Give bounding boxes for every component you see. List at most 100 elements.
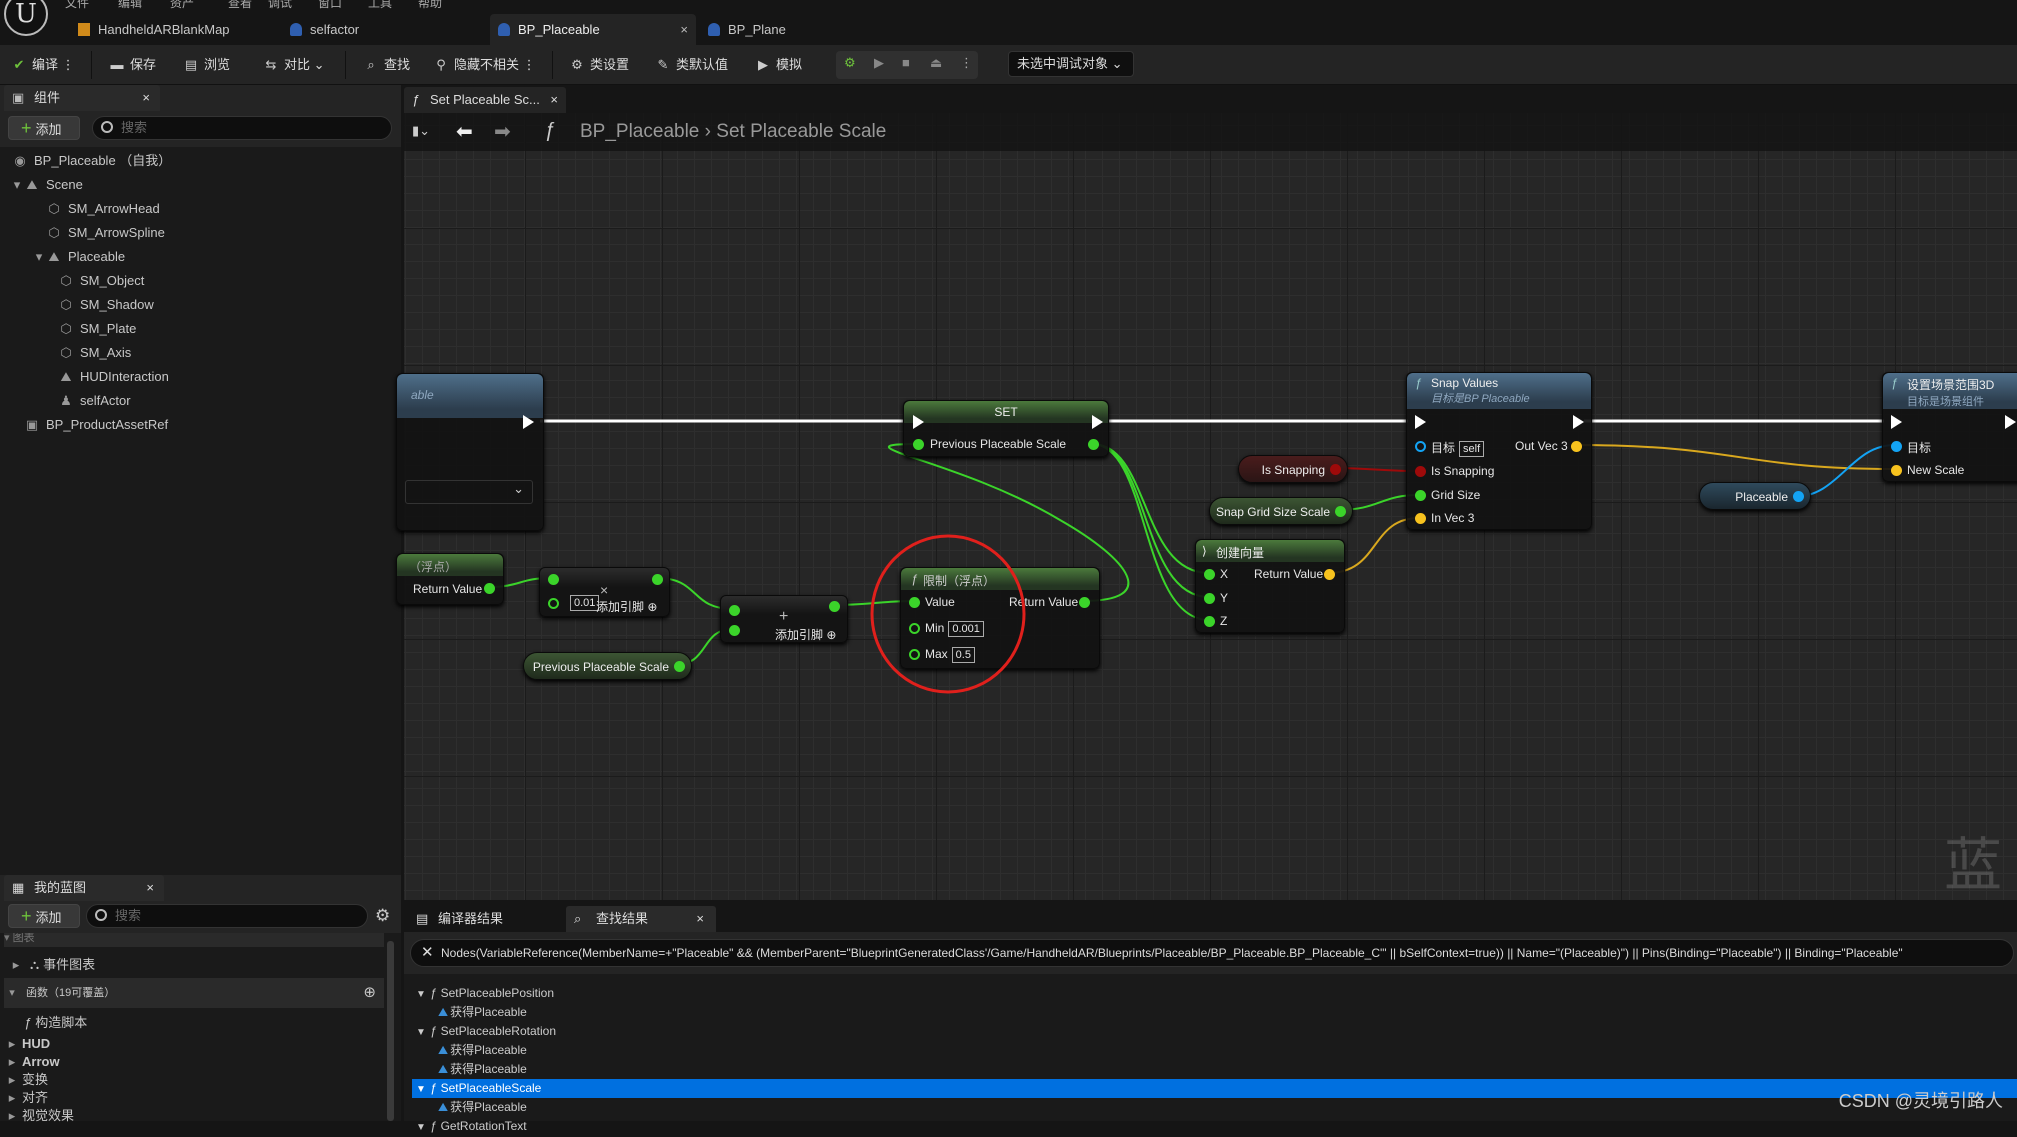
vector-in-pin[interactable] [1415, 513, 1426, 524]
float-in-pin[interactable] [1204, 616, 1215, 627]
float-in-pin[interactable] [548, 598, 559, 609]
exec-out-pin[interactable] [2005, 415, 2016, 429]
snap-grid-size-scale-variable-node[interactable]: Snap Grid Size Scale [1209, 497, 1353, 525]
node-title: 限制（浮点） [923, 574, 996, 588]
pin-label: Return Value [1254, 567, 1324, 581]
function-icon: ƒ [429, 1081, 437, 1095]
vector-in-pin[interactable] [1891, 465, 1902, 476]
clamp-float-node[interactable]: ƒ 限制（浮点） Value Return Value Min 0.001 Max 0… [900, 567, 1100, 669]
float-out-pin[interactable] [652, 574, 663, 585]
exec-in-pin[interactable] [1415, 415, 1426, 429]
value-field[interactable]: 0.01 [570, 595, 600, 611]
float-in-pin[interactable] [909, 649, 920, 660]
add-pin-button[interactable]: 添加引脚 ⊕ [596, 598, 657, 615]
float-out-pin[interactable] [484, 583, 495, 594]
label: 编译器结果 [438, 911, 504, 926]
label: SetPlaceableRotation [440, 1024, 557, 1038]
float-out-pin[interactable] [829, 601, 840, 612]
float-function-node[interactable]: （浮点） Return Value [396, 553, 504, 605]
pin-label: Z [1220, 614, 1228, 628]
query-text: Nodes(VariableReference(MemberName=+"Pla… [441, 946, 1903, 960]
float-out-pin[interactable] [1079, 597, 1090, 608]
previous-placeable-scale-variable-node[interactable]: Previous Placeable Scale [523, 652, 692, 680]
bool-in-pin[interactable] [1415, 466, 1426, 477]
pin-label: Previous Placeable Scale [930, 437, 1067, 451]
node-subtitle: 目标是BP Placeable [1431, 393, 1530, 405]
exec-out-pin[interactable] [523, 415, 534, 429]
function-entry-node[interactable]: able ⌄ [396, 373, 544, 531]
label: Is Snapping [1261, 463, 1325, 477]
vector-out-pin[interactable] [1324, 569, 1335, 580]
result-item[interactable]: ⛰ 获得Placeable [412, 1041, 2017, 1060]
result-item[interactable]: ⛰ 获得Placeable [412, 1060, 2017, 1079]
float-in-pin[interactable] [1204, 569, 1215, 580]
add-pin-button[interactable]: 添加引脚 ⊕ [775, 626, 836, 643]
set-node[interactable]: SET Previous Placeable Scale [903, 400, 1109, 457]
pin-label: Return Value [413, 582, 483, 596]
target-value[interactable]: self [1459, 441, 1485, 457]
object-in-pin[interactable] [1891, 441, 1902, 452]
bool-out-pin[interactable] [1330, 464, 1341, 475]
object-in-pin[interactable] [1415, 441, 1426, 452]
result-item[interactable]: ▼ ƒ GetRotationText [412, 1117, 2017, 1136]
float-in-pin[interactable] [913, 439, 924, 450]
multiply-node[interactable]: × 0.01 添加引脚 ⊕ [539, 567, 670, 617]
node-title: 设置场景范围3D [1907, 378, 1995, 392]
node-subtitle: 目标是场景组件 [1907, 396, 1984, 408]
exec-out-pin[interactable] [1573, 415, 1584, 429]
result-item[interactable]: ⛰ 获得Placeable [412, 1098, 2017, 1117]
max-value-field[interactable]: 0.5 [951, 647, 975, 663]
object-out-pin[interactable] [1793, 491, 1804, 502]
float-in-pin[interactable] [729, 625, 740, 636]
float-out-pin[interactable] [1088, 439, 1099, 450]
exec-in-pin[interactable] [1891, 415, 1902, 429]
float-in-pin[interactable] [1204, 593, 1215, 604]
function-icon: ƒ [1891, 376, 1898, 390]
result-item[interactable]: ▼ ƒ SetPlaceablePosition [412, 984, 2017, 1003]
close-icon[interactable]: × [696, 906, 704, 932]
float-out-pin[interactable] [674, 661, 685, 672]
result-item[interactable]: ⛰ 获得Placeable [412, 1003, 2017, 1022]
collapse-arrow-icon[interactable]: ▼ [416, 1027, 426, 1038]
set-world-scale-node[interactable]: ƒ 设置场景范围3D 目标是场景组件 目标 New Scale [1882, 372, 2017, 482]
vector-out-pin[interactable] [1571, 441, 1582, 452]
collapse-arrow-icon[interactable]: ▼ [416, 1084, 426, 1095]
result-item[interactable]: ▼ ƒ SetPlaceableRotation [412, 1022, 2017, 1041]
float-in-pin[interactable] [1415, 490, 1426, 501]
collapse-arrow-icon[interactable]: ▼ [416, 1122, 426, 1133]
variable-get-icon: ⛰ [438, 1043, 449, 1057]
label: Min [925, 621, 945, 635]
variable-get-icon: ⛰ [438, 1100, 449, 1114]
function-icon: ƒ [429, 1024, 437, 1038]
variable-get-icon: ⛰ [438, 1062, 449, 1076]
is-snapping-variable-node[interactable]: Is Snapping [1238, 455, 1348, 483]
float-in-pin[interactable] [729, 605, 740, 616]
clear-icon[interactable]: ✕ [421, 940, 434, 966]
tab-find-results[interactable]: ⌕ 查找结果 × [566, 906, 716, 932]
dropdown[interactable]: ⌄ [405, 480, 533, 504]
exec-in-pin[interactable] [913, 415, 924, 429]
node-title: able [397, 374, 543, 418]
result-item[interactable]: ▼ ƒ SetPlaceableScale [412, 1079, 2017, 1098]
make-vector-node[interactable]: ⟩ 创建向量 X Return Value Y Z [1195, 539, 1345, 633]
float-out-pin[interactable] [1335, 506, 1346, 517]
pin-label: Return Value [1009, 595, 1079, 609]
add-node[interactable]: + 添加引脚 ⊕ [720, 595, 848, 643]
snap-values-node[interactable]: ƒ Snap Values 目标是BP Placeable 目标 self Out V… [1406, 372, 1592, 530]
label: SetPlaceableScale [440, 1081, 542, 1095]
placeable-variable-node[interactable]: Placeable [1699, 482, 1811, 510]
collapse-arrow-icon[interactable]: ▼ [416, 989, 426, 1000]
min-value-field[interactable]: 0.001 [948, 621, 984, 637]
tab-compiler-results[interactable]: ▤ 编译器结果 [408, 906, 558, 932]
float-in-pin[interactable] [548, 574, 559, 585]
label: 获得Placeable [450, 1005, 527, 1019]
exec-out-pin[interactable] [1092, 415, 1103, 429]
label: Snap Grid Size Scale [1215, 505, 1330, 519]
label: GetRotationText [440, 1119, 527, 1133]
target-pin-label: 目标 self [1431, 439, 1485, 457]
node-title: 创建向量 [1216, 546, 1265, 560]
find-input[interactable]: ✕ Nodes(VariableReference(MemberName=+"Pl… [410, 939, 2014, 967]
label: 查找结果 [596, 911, 649, 926]
float-in-pin[interactable] [909, 597, 920, 608]
float-in-pin[interactable] [909, 623, 920, 634]
